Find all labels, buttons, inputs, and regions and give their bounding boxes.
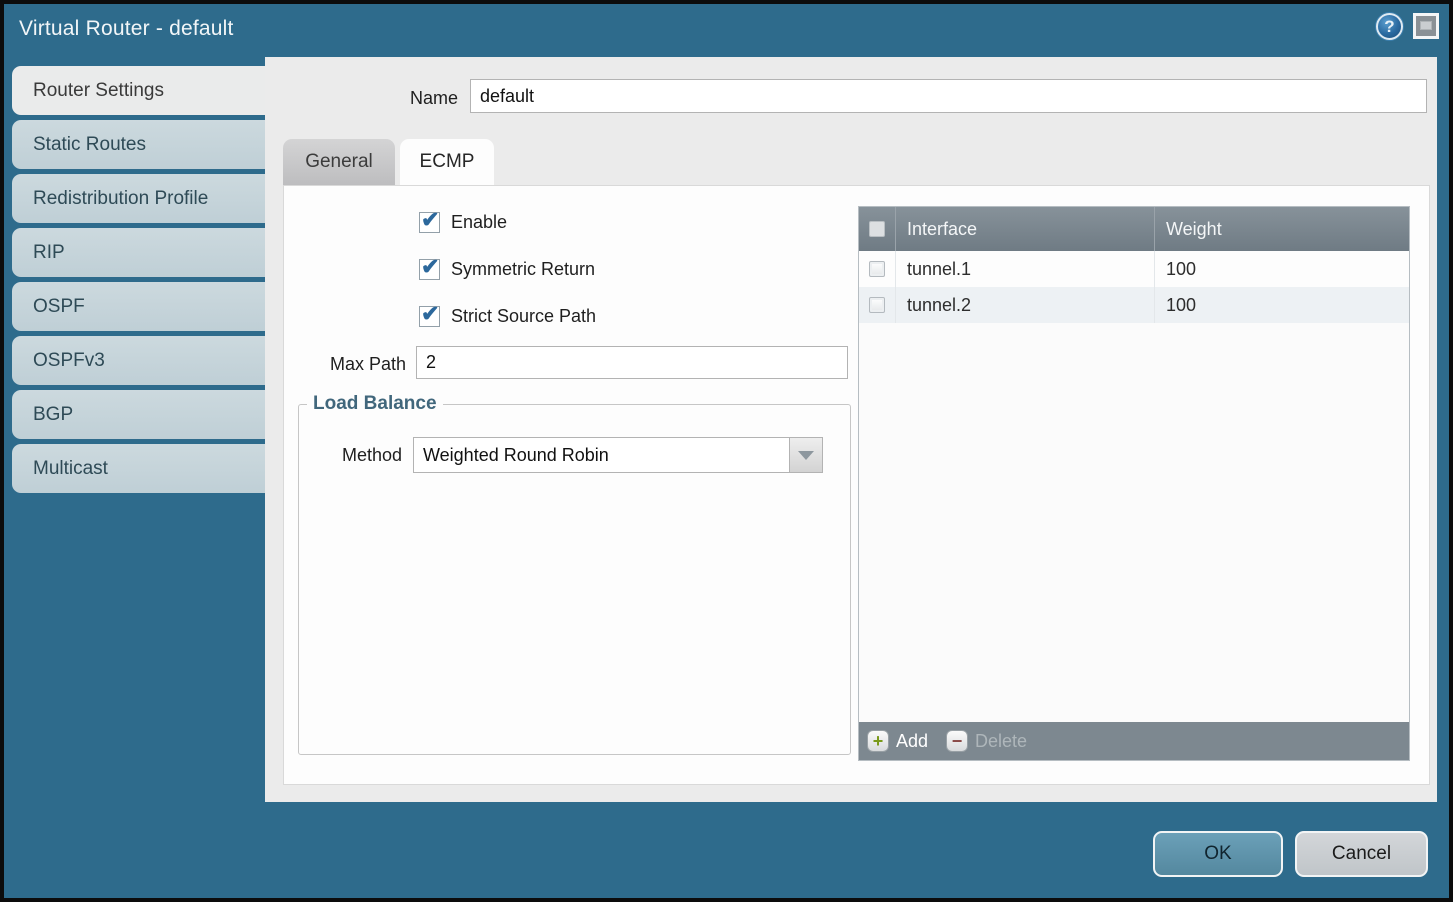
table-toolbar: + Add − Delete <box>859 722 1409 760</box>
strict-source-path-label: Strict Source Path <box>451 306 596 327</box>
chevron-down-icon <box>798 451 814 460</box>
method-dropdown[interactable]: Weighted Round Robin <box>413 437 823 473</box>
window-icon[interactable] <box>1413 13 1439 39</box>
load-balance-legend: Load Balance <box>307 393 443 415</box>
checkmark-icon: ✔ <box>421 207 439 233</box>
interface-table: Interface Weight tunnel.1 100 tunnel.2 1… <box>858 206 1410 761</box>
weight-column-header: Weight <box>1154 207 1409 251</box>
row-checkbox[interactable] <box>869 297 885 313</box>
strict-source-path-row: ✔ Strict Source Path <box>419 304 596 328</box>
checkmark-icon: ✔ <box>421 254 439 280</box>
method-row: Method Weighted Round Robin <box>299 437 850 473</box>
strict-source-path-checkbox[interactable]: ✔ <box>419 306 440 327</box>
main-panel: Name General ECMP ✔ Enable ✔ Symmetric R… <box>265 57 1437 802</box>
tab-general[interactable]: General <box>283 139 395 185</box>
row-checkbox-cell <box>859 261 895 277</box>
help-icon-glyph: ? <box>1378 15 1401 38</box>
weight-cell: 100 <box>1154 251 1409 287</box>
symmetric-return-row: ✔ Symmetric Return <box>419 257 595 281</box>
header-checkbox-cell <box>859 207 895 251</box>
sidebar-item-bgp[interactable]: BGP <box>12 390 265 439</box>
ok-button[interactable]: OK <box>1153 831 1283 877</box>
symmetric-return-label: Symmetric Return <box>451 259 595 280</box>
sidebar-item-redistribution-profile[interactable]: Redistribution Profile <box>12 174 265 223</box>
method-dropdown-button[interactable] <box>789 438 822 472</box>
sidebar-item-static-routes[interactable]: Static Routes <box>12 120 265 169</box>
max-path-label: Max Path <box>284 354 406 375</box>
sidebar: Router Settings Static Routes Redistribu… <box>12 66 265 498</box>
delete-button-label: Delete <box>975 731 1027 752</box>
row-checkbox[interactable] <box>869 261 885 277</box>
titlebar: Virtual Router - default ? <box>4 4 1449 57</box>
name-label: Name <box>410 88 458 109</box>
name-input[interactable] <box>470 79 1427 113</box>
add-button-label: Add <box>896 731 928 752</box>
interface-cell: tunnel.2 <box>895 287 1154 323</box>
table-row[interactable]: tunnel.2 100 <box>859 287 1409 323</box>
tab-ecmp[interactable]: ECMP <box>400 139 494 185</box>
sidebar-item-multicast[interactable]: Multicast <box>12 444 265 493</box>
sidebar-item-rip[interactable]: RIP <box>12 228 265 277</box>
max-path-input[interactable] <box>416 346 848 379</box>
table-empty-area <box>859 323 1409 722</box>
sidebar-item-ospfv3[interactable]: OSPFv3 <box>12 336 265 385</box>
virtual-router-dialog: Virtual Router - default ? Router Settin… <box>4 4 1449 898</box>
symmetric-return-checkbox[interactable]: ✔ <box>419 259 440 280</box>
window-icon-inner <box>1420 21 1432 30</box>
help-icon[interactable]: ? <box>1376 13 1403 40</box>
delete-button[interactable]: − Delete <box>946 730 1027 752</box>
method-label: Method <box>299 445 402 466</box>
interface-cell: tunnel.1 <box>895 251 1154 287</box>
interface-column-header: Interface <box>895 207 1154 251</box>
delete-icon: − <box>946 730 968 752</box>
enable-label: Enable <box>451 212 507 233</box>
row-checkbox-cell <box>859 297 895 313</box>
table-header: Interface Weight <box>859 207 1409 251</box>
sidebar-item-router-settings[interactable]: Router Settings <box>12 66 265 115</box>
dialog-title: Virtual Router - default <box>19 17 234 41</box>
load-balance-group: Load Balance Method Weighted Round Robin <box>298 393 851 755</box>
enable-row: ✔ Enable <box>419 210 507 234</box>
sidebar-item-ospf[interactable]: OSPF <box>12 282 265 331</box>
enable-checkbox[interactable]: ✔ <box>419 212 440 233</box>
cancel-button[interactable]: Cancel <box>1295 831 1428 877</box>
add-button[interactable]: + Add <box>867 730 928 752</box>
ecmp-tab-panel: ✔ Enable ✔ Symmetric Return ✔ Strict Sou… <box>283 185 1430 785</box>
weight-cell: 100 <box>1154 287 1409 323</box>
checkmark-icon: ✔ <box>421 301 439 327</box>
add-icon: + <box>867 730 889 752</box>
table-row[interactable]: tunnel.1 100 <box>859 251 1409 287</box>
select-all-checkbox[interactable] <box>869 221 885 237</box>
method-dropdown-value: Weighted Round Robin <box>414 445 789 466</box>
